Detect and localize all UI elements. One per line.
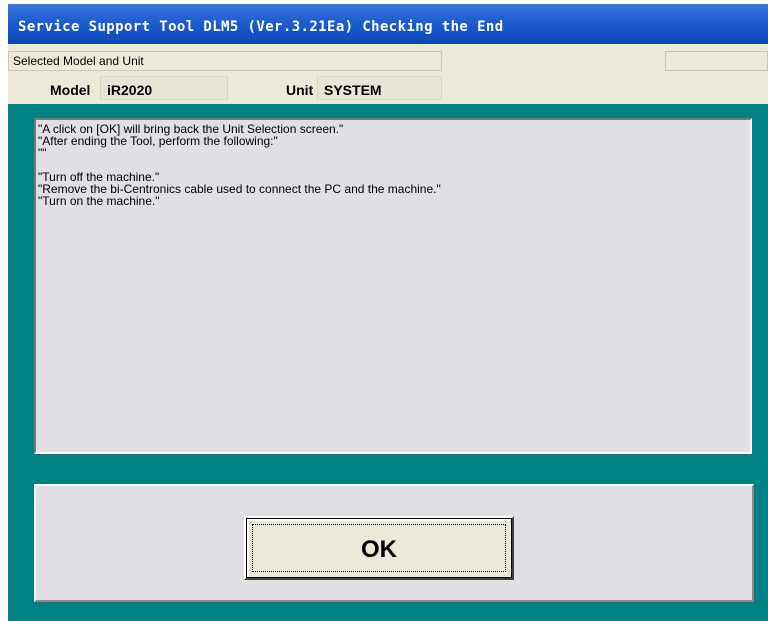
status-field bbox=[665, 51, 768, 71]
message-line: "" bbox=[38, 146, 47, 160]
model-unit-bar: Selected Model and Unit Model iR2020 Uni… bbox=[8, 44, 768, 104]
model-label: Model bbox=[50, 82, 91, 98]
message-text-area[interactable]: "A click on [OK] will bring back the Uni… bbox=[34, 118, 752, 454]
unit-label: Unit bbox=[286, 82, 314, 98]
selected-model-unit-group: Selected Model and Unit bbox=[8, 51, 442, 71]
ok-button[interactable]: OK bbox=[244, 516, 514, 580]
message-line: "Turn on the machine." bbox=[38, 194, 160, 208]
title-bar[interactable]: Service Support Tool DLM5 (Ver.3.21Ea) C… bbox=[8, 4, 768, 44]
window-title: Service Support Tool DLM5 (Ver.3.21Ea) C… bbox=[18, 19, 504, 35]
section-label: Selected Model and Unit bbox=[13, 54, 144, 68]
message-line: "After ending the Tool, perform the foll… bbox=[38, 134, 278, 148]
unit-value: SYSTEM bbox=[317, 76, 442, 100]
main-window: Service Support Tool DLM5 (Ver.3.21Ea) C… bbox=[8, 4, 768, 621]
message-text: "A click on [OK] will bring back the Uni… bbox=[37, 123, 441, 207]
model-value: iR2020 bbox=[100, 76, 228, 100]
ok-button-label: OK bbox=[361, 536, 397, 563]
button-panel: OK bbox=[34, 484, 754, 602]
